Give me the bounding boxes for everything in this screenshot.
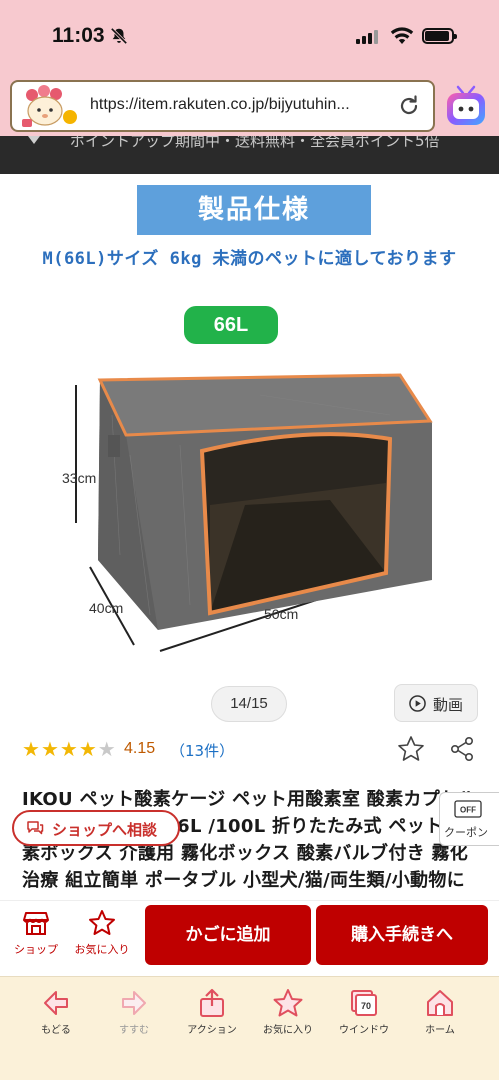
favorites-star-icon	[273, 989, 303, 1017]
add-to-cart-button[interactable]: かごに追加	[145, 905, 311, 965]
promo-banner[interactable]: ポイントアップ期間中・送料無料・全会員ポイント5倍	[0, 136, 499, 174]
banner-icon	[28, 136, 40, 144]
promo-banner-text: ポイントアップ期間中・送料無料・全会員ポイント5倍	[70, 136, 440, 150]
window-count: 70	[361, 1001, 371, 1011]
video-button-label: 動画	[433, 696, 464, 714]
window-button[interactable]: 70 ウインドウ	[324, 987, 404, 1036]
share-action-icon	[200, 988, 224, 1017]
play-icon	[409, 695, 426, 712]
bell-off-icon	[110, 27, 128, 45]
home-icon	[427, 990, 453, 1016]
favorite-button[interactable]: お気に入り	[70, 909, 134, 957]
cell-signal-icon	[356, 30, 378, 44]
status-time: 11:03	[52, 24, 105, 47]
window-label: ウインドウ	[339, 1025, 389, 1036]
rating-score: 4.15	[124, 740, 156, 757]
arrow-right-icon	[122, 991, 146, 1015]
favorites-label: お気に入り	[263, 1025, 313, 1036]
star-empty-icon: ★	[97, 737, 116, 761]
rating-stars: ★ ★ ★ ★ ★	[22, 738, 116, 760]
url-bar[interactable]: https://item.rakuten.co.jp/bijyutuhin...	[10, 80, 435, 132]
back-button[interactable]: もどる	[16, 987, 96, 1036]
share-icon[interactable]	[449, 736, 475, 762]
video-button[interactable]: 動画	[394, 684, 478, 722]
browser-header: 11:03 https://item.rakuten.co.jp/bijyutu…	[0, 0, 499, 136]
review-count-link[interactable]: （13件）	[170, 740, 234, 761]
arrow-left-icon	[44, 991, 68, 1015]
action-button[interactable]: アクション	[172, 987, 252, 1036]
star-favorite-icon[interactable]	[396, 734, 426, 764]
checkout-button[interactable]: 購入手続きへ	[316, 905, 488, 965]
favorites-button[interactable]: お気に入り	[248, 987, 328, 1036]
coupon-tag-text: OFF	[460, 806, 476, 815]
coupon-tab[interactable]: OFF クーポン	[439, 792, 499, 846]
reload-icon[interactable]	[397, 94, 421, 118]
home-label: ホーム	[425, 1025, 455, 1036]
coupon-label: クーポン	[444, 826, 488, 839]
action-label: アクション	[187, 1025, 237, 1036]
battery-icon	[422, 28, 457, 44]
image-counter: 14/15	[211, 686, 287, 722]
star-filled-icon: ★	[22, 737, 40, 761]
browser-toolbar: もどる すすむ アクション お気に入り 70 ウインドウ ホーム	[0, 976, 499, 1080]
star-filled-icon: ★	[78, 737, 97, 761]
dimension-depth: 40cm	[89, 600, 124, 616]
dimension-width: 50cm	[264, 606, 299, 622]
size-badge: 66L	[184, 306, 278, 344]
spec-subtitle: M(66L)サイズ 6kg 未満のペットに適しております	[42, 249, 457, 269]
forward-button[interactable]: すすむ	[94, 987, 174, 1036]
wifi-icon	[390, 27, 414, 44]
dimension-height: 33cm	[62, 470, 97, 486]
shop-label: ショップ	[14, 943, 58, 956]
coupon-icon: OFF	[454, 800, 482, 818]
shop-button[interactable]: ショップ	[4, 909, 68, 957]
shop-icon	[23, 912, 49, 935]
star-icon	[89, 910, 115, 935]
favorite-label: お気に入り	[74, 943, 130, 956]
spec-heading: 製品仕様	[137, 185, 371, 235]
forward-label: すすむ	[119, 1025, 149, 1036]
shop-consult-label: ショップへ相談	[52, 821, 158, 839]
star-filled-icon: ★	[59, 737, 78, 761]
shop-consult-button[interactable]: ショップへ相談	[12, 810, 180, 846]
tv-app-icon[interactable]	[443, 85, 489, 127]
back-label: もどる	[41, 1025, 71, 1036]
chat-icon	[27, 821, 44, 835]
title-clip	[0, 888, 499, 900]
home-button[interactable]: ホーム	[400, 987, 480, 1036]
mascot-icon	[22, 85, 77, 127]
url-text: https://item.rakuten.co.jp/bijyutuhin...	[90, 96, 350, 113]
windows-icon: 70	[351, 990, 377, 1016]
star-filled-icon: ★	[40, 737, 59, 761]
